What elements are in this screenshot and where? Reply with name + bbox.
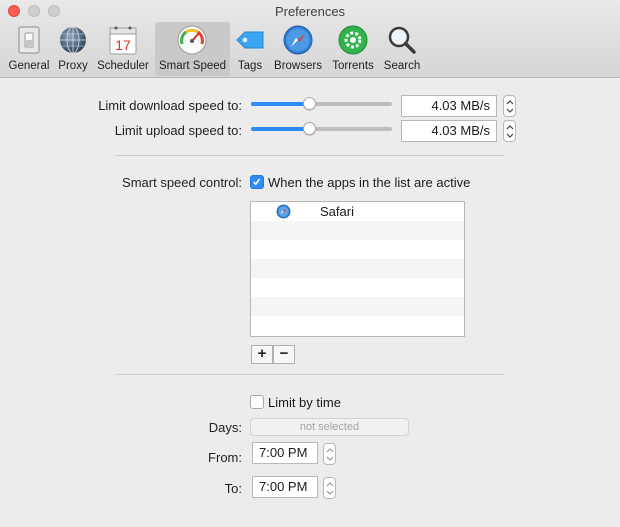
tab-search-label: Search bbox=[383, 60, 421, 72]
compass-icon bbox=[283, 25, 313, 55]
from-time-field[interactable]: 7:00 PM bbox=[252, 442, 318, 464]
tab-torrents-label: Torrents bbox=[332, 60, 374, 72]
upload-speed-field[interactable]: 4.03 MB/s bbox=[401, 120, 497, 142]
from-time-stepper[interactable] bbox=[323, 443, 336, 465]
window-title: Preferences bbox=[274, 4, 346, 19]
chevron-up-icon bbox=[326, 482, 334, 487]
days-selector[interactable]: not selected bbox=[250, 418, 409, 436]
upload-speed-label: Limit upload speed to: bbox=[114, 123, 242, 138]
smart-speed-checkbox-label[interactable]: When the apps in the list are active bbox=[268, 175, 470, 190]
safari-icon bbox=[276, 204, 291, 219]
list-row-empty bbox=[251, 316, 464, 335]
calendar-day: 17 bbox=[115, 37, 131, 53]
chevron-up-icon bbox=[506, 100, 514, 105]
download-speed-slider[interactable] bbox=[251, 97, 392, 110]
globe-icon bbox=[60, 26, 86, 54]
tab-browsers[interactable]: Browsers bbox=[270, 22, 326, 76]
tab-general-label: General bbox=[8, 60, 50, 72]
download-slider-fill bbox=[251, 102, 309, 106]
tab-tags-label: Tags bbox=[237, 60, 263, 72]
download-speed-field[interactable]: 4.03 MB/s bbox=[401, 95, 497, 117]
list-row-empty bbox=[251, 297, 464, 316]
apps-list[interactable]: Safari bbox=[250, 201, 465, 337]
limit-by-time-label[interactable]: Limit by time bbox=[268, 395, 341, 410]
switch-icon bbox=[18, 26, 40, 54]
download-speed-label: Limit download speed to: bbox=[98, 98, 242, 113]
speedometer-icon bbox=[177, 25, 207, 55]
tab-scheduler-label: Scheduler bbox=[97, 60, 149, 72]
smart-speed-checkbox[interactable] bbox=[250, 175, 264, 189]
download-slider-knob[interactable] bbox=[303, 97, 316, 110]
list-row-empty bbox=[251, 259, 464, 278]
upload-slider-knob[interactable] bbox=[303, 122, 316, 135]
list-row-empty bbox=[251, 221, 464, 240]
list-item[interactable]: Safari bbox=[251, 202, 464, 221]
tab-scheduler[interactable]: 17 Scheduler bbox=[94, 22, 152, 76]
calendar-icon: 17 bbox=[109, 26, 137, 55]
remove-app-button[interactable]: − bbox=[273, 345, 295, 364]
tab-search[interactable]: Search bbox=[380, 22, 424, 76]
tab-browsers-label: Browsers bbox=[274, 60, 322, 72]
titlebar: Preferences General Proxy 17 Scheduler S… bbox=[0, 0, 620, 78]
chevron-up-icon bbox=[326, 448, 334, 453]
tab-smart-speed-label: Smart Speed bbox=[158, 60, 227, 72]
app-name: Safari bbox=[320, 204, 354, 219]
limit-by-time-checkbox[interactable] bbox=[250, 395, 264, 409]
add-app-button[interactable]: + bbox=[251, 345, 273, 364]
download-speed-stepper[interactable] bbox=[503, 95, 516, 117]
to-time-stepper[interactable] bbox=[323, 477, 336, 499]
days-label: Days: bbox=[208, 420, 242, 435]
from-label: From: bbox=[208, 450, 242, 465]
chevron-down-icon bbox=[326, 490, 334, 495]
tab-proxy-label: Proxy bbox=[58, 60, 88, 72]
tab-proxy[interactable]: Proxy bbox=[54, 22, 92, 76]
upload-speed-slider[interactable] bbox=[251, 122, 392, 135]
tab-torrents[interactable]: Torrents bbox=[328, 22, 378, 76]
chevron-up-icon bbox=[506, 125, 514, 130]
list-row-empty bbox=[251, 278, 464, 297]
smart-speed-control-label: Smart speed control: bbox=[122, 175, 242, 190]
tab-smart-speed[interactable]: Smart Speed bbox=[155, 22, 230, 76]
chevron-down-icon bbox=[506, 108, 514, 113]
torrent-gear-icon bbox=[338, 25, 368, 55]
separator bbox=[115, 155, 505, 156]
list-row-empty bbox=[251, 240, 464, 259]
tab-general[interactable]: General bbox=[6, 22, 52, 76]
checkmark-icon bbox=[253, 178, 261, 186]
to-label: To: bbox=[224, 481, 242, 496]
separator bbox=[115, 374, 505, 375]
upload-slider-fill bbox=[251, 127, 309, 131]
magnifier-icon bbox=[388, 26, 416, 54]
chevron-down-icon bbox=[506, 133, 514, 138]
to-time-field[interactable]: 7:00 PM bbox=[252, 476, 318, 498]
preferences-window: Preferences General Proxy 17 Scheduler S… bbox=[0, 0, 620, 527]
chevron-down-icon bbox=[326, 456, 334, 461]
upload-speed-stepper[interactable] bbox=[503, 120, 516, 142]
tag-icon bbox=[236, 31, 264, 49]
tab-tags[interactable]: Tags bbox=[232, 22, 268, 76]
